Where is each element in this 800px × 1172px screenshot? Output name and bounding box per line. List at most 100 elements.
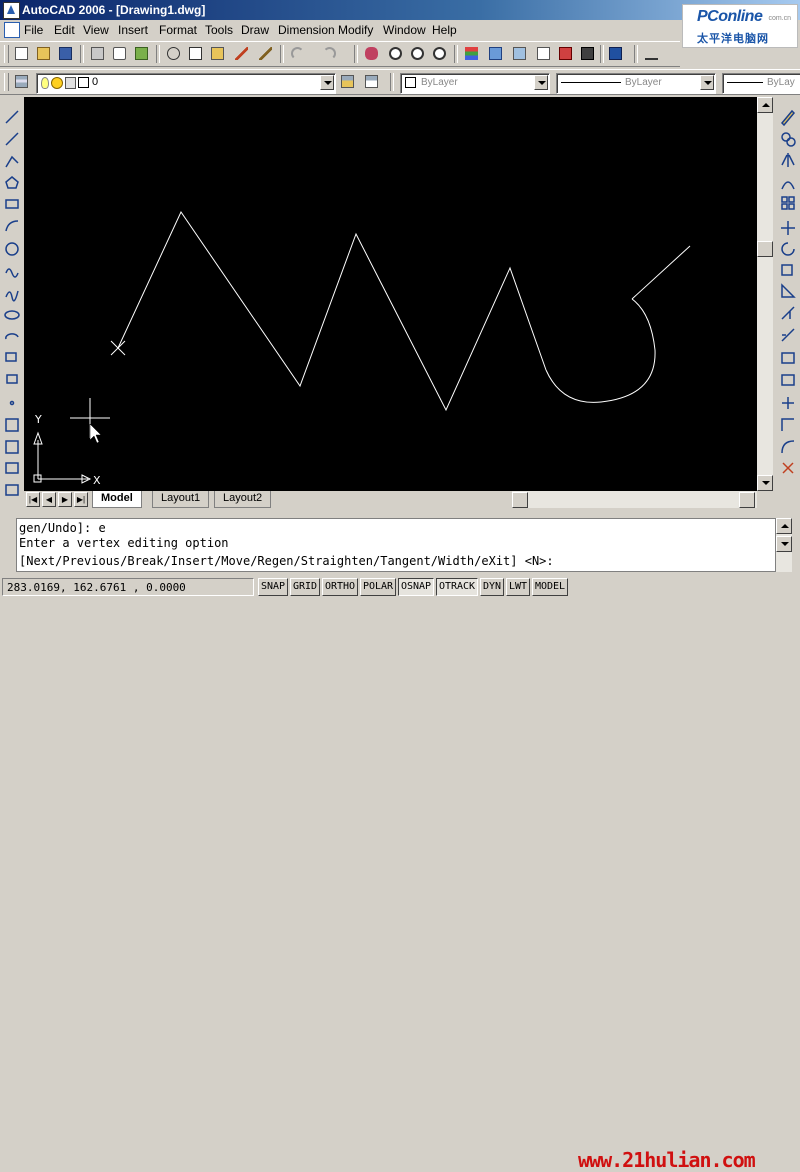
line-icon (5, 110, 19, 124)
copy-icon[interactable] (186, 45, 206, 63)
grid-toggle[interactable]: GRID (290, 578, 320, 596)
scroll-left-button[interactable] (512, 492, 528, 508)
plot-button[interactable] (88, 45, 108, 63)
menu-view[interactable]: View (83, 23, 109, 37)
menu-modify[interactable]: Modify (338, 23, 373, 37)
vertical-scrollbar[interactable] (757, 97, 773, 491)
color-control-dropdown[interactable]: ByLayer (400, 73, 550, 94)
menu-help[interactable]: Help (432, 23, 457, 37)
scroll-up-button[interactable] (776, 518, 792, 534)
horizontal-scrollbar[interactable] (512, 491, 757, 508)
design-center-icon[interactable] (486, 45, 506, 63)
menu-edit[interactable]: Edit (54, 23, 75, 37)
plot-preview-button[interactable] (110, 45, 130, 63)
color-value: ByLayer (421, 77, 458, 88)
block-editor-icon[interactable] (256, 45, 276, 63)
layer-previous-icon[interactable] (362, 73, 382, 91)
undo-icon[interactable] (288, 45, 308, 63)
next-tab-button[interactable]: ▶ (58, 492, 72, 507)
window-title: AutoCAD 2006 - [Drawing1.dwg] (22, 3, 206, 17)
previous-tab-button[interactable]: ◀ (42, 492, 56, 507)
save-button[interactable] (56, 45, 76, 63)
menu-format[interactable]: Format (159, 23, 197, 37)
cut-icon[interactable] (164, 45, 184, 63)
calculator-icon[interactable] (578, 45, 598, 63)
region-icon (5, 462, 19, 474)
scroll-down-button[interactable] (776, 536, 792, 552)
menu-tools[interactable]: Tools (205, 23, 233, 37)
open-button[interactable] (34, 45, 54, 63)
tool-palettes-icon[interactable] (510, 45, 530, 63)
title-bar: AutoCAD 2006 - [Drawing1.dwg] (0, 0, 800, 20)
pan-realtime-icon[interactable] (362, 45, 382, 63)
tab-model[interactable]: Model (92, 491, 142, 508)
trim-icon (781, 306, 795, 320)
redo-icon[interactable] (320, 45, 340, 63)
markup-icon[interactable] (556, 45, 576, 63)
move-icon (781, 221, 795, 235)
chevron-down-icon[interactable] (534, 75, 548, 90)
ucs-x-label: X (93, 474, 101, 487)
table-icon (5, 484, 19, 496)
polar-toggle[interactable]: POLAR (360, 578, 396, 596)
chevron-down-icon[interactable] (320, 75, 334, 90)
menu-dimension[interactable]: Dimension (278, 23, 335, 37)
autocad-app-icon[interactable] (3, 2, 20, 19)
scroll-down-button[interactable] (757, 475, 773, 491)
drawing-area[interactable]: X Y (24, 97, 757, 491)
model-toggle[interactable]: MODEL (532, 578, 568, 596)
layer-manager-icon[interactable] (12, 73, 32, 91)
linetype-control-dropdown[interactable]: ByLayer (556, 73, 716, 94)
menu-draw[interactable]: Draw (241, 23, 269, 37)
scroll-up-button[interactable] (757, 97, 773, 113)
toolbar-separator (600, 45, 604, 63)
toolbar-separator (634, 45, 638, 63)
command-history-line: gen/Undo]: e (19, 521, 106, 535)
coordinate-display[interactable]: 283.0169, 162.6761 , 0.0000 (2, 578, 254, 596)
make-object-layer-current-icon[interactable] (338, 73, 358, 91)
ortho-toggle[interactable]: ORTHO (322, 578, 358, 596)
break-icon (781, 374, 795, 386)
lineweight-control-dropdown[interactable]: ByLay (722, 73, 800, 94)
scroll-right-button[interactable] (739, 492, 755, 508)
drawing-svg: X Y (33, 210, 691, 487)
properties-icon[interactable] (462, 45, 482, 63)
publish-button[interactable] (132, 45, 152, 63)
vertical-scroll-thumb[interactable] (757, 241, 773, 257)
chevron-down-icon[interactable] (700, 75, 714, 90)
new-button[interactable] (12, 45, 32, 63)
toolbar-separator (390, 73, 394, 91)
menu-file[interactable]: File (24, 23, 43, 37)
command-prompt[interactable]: [Next/Previous/Break/Insert/Move/Regen/S… (19, 554, 554, 568)
lwt-toggle[interactable]: LWT (506, 578, 530, 596)
command-window[interactable]: gen/Undo]: e Enter a vertex editing opti… (16, 518, 776, 572)
toolbar-grip[interactable] (4, 45, 9, 63)
zoom-window-icon[interactable] (408, 45, 428, 63)
logo-domain: com.cn (768, 15, 791, 22)
paste-icon[interactable] (208, 45, 228, 63)
dyn-toggle[interactable]: DYN (480, 578, 504, 596)
color-swatch-icon (405, 77, 416, 88)
menu-window[interactable]: Window (383, 23, 426, 37)
match-properties-icon[interactable] (232, 45, 252, 63)
otrack-toggle[interactable]: OTRACK (436, 578, 478, 596)
sheet-set-icon[interactable] (534, 45, 554, 63)
sun-icon (51, 77, 63, 89)
text-style-icon[interactable] (642, 45, 662, 63)
command-scrollbar[interactable] (776, 518, 792, 572)
snap-toggle[interactable]: SNAP (258, 578, 288, 596)
toolbar-grip[interactable] (4, 73, 9, 91)
first-tab-button[interactable]: |◀ (26, 492, 40, 507)
tab-layout1[interactable]: Layout1 (152, 491, 210, 508)
zoom-realtime-icon[interactable] (386, 45, 406, 63)
zoom-previous-icon[interactable] (430, 45, 450, 63)
help-icon[interactable] (606, 45, 626, 63)
layer-dropdown[interactable]: 0 (36, 73, 336, 94)
last-tab-button[interactable]: ▶| (74, 492, 88, 507)
menu-insert[interactable]: Insert (118, 23, 148, 37)
color-swatch-icon (78, 77, 89, 88)
osnap-toggle[interactable]: OSNAP (398, 578, 434, 596)
tab-layout2[interactable]: Layout2 (214, 491, 272, 508)
arc-segment-entity (545, 298, 656, 403)
document-icon[interactable] (4, 22, 20, 38)
